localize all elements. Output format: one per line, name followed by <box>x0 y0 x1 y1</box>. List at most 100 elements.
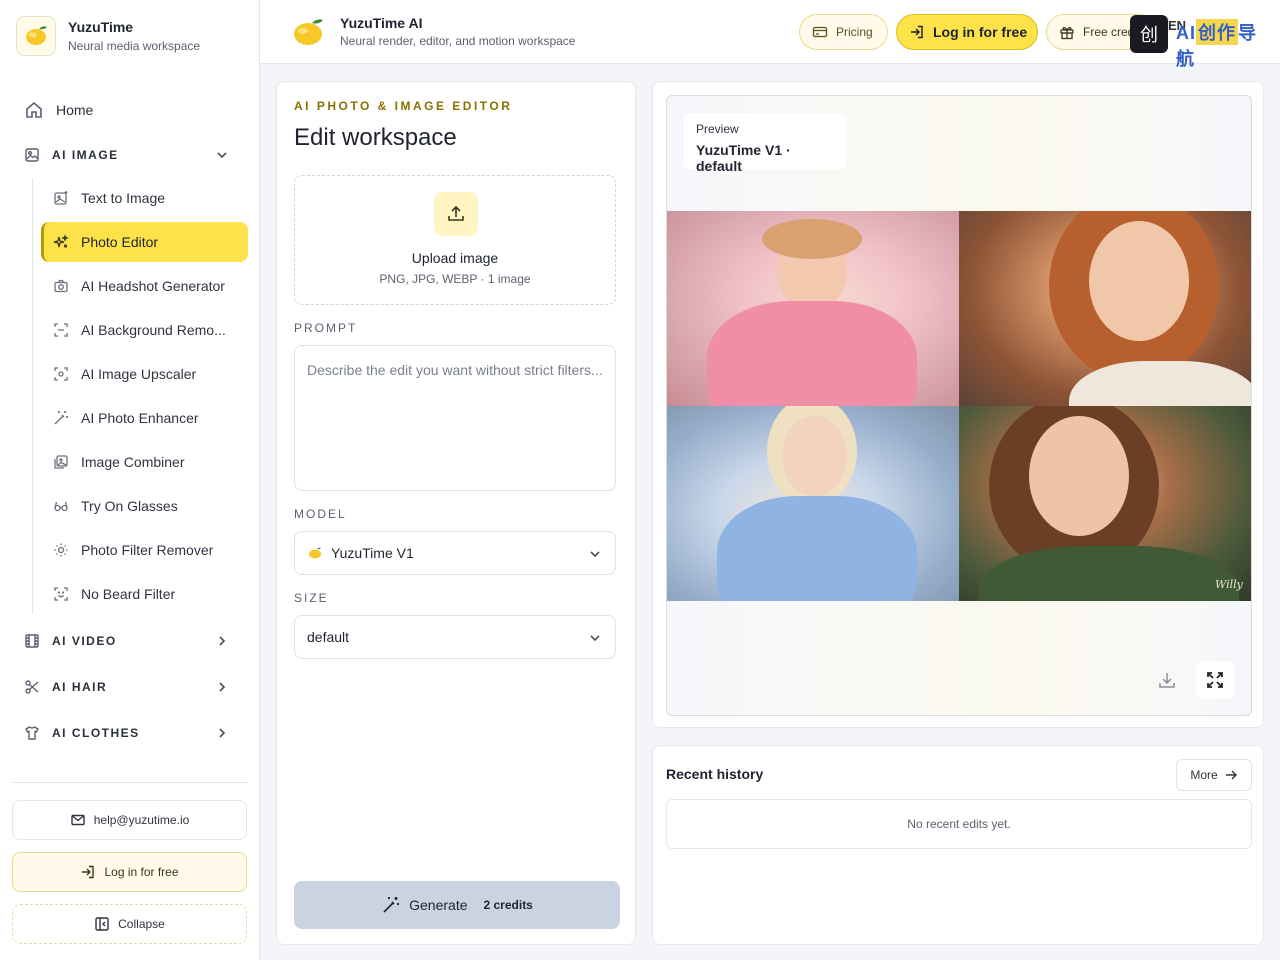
image-icon <box>24 147 40 163</box>
portrait-clothing <box>717 496 917 601</box>
generate-credits: 2 credits <box>483 898 533 912</box>
sidebar-section-ai-hair[interactable]: AI HAIR <box>12 664 248 710</box>
preview-panel: Preview YuzuTime V1 · default Willy <box>652 81 1264 728</box>
sidebar-login-button[interactable]: Log in for free <box>12 852 247 892</box>
arrow-right-icon <box>1224 768 1238 782</box>
history-panel: Recent history More No recent edits yet. <box>652 745 1264 945</box>
scissors-icon <box>24 679 40 695</box>
collapse-sidebar-button[interactable]: Collapse <box>12 904 247 944</box>
sun-icon <box>53 542 69 558</box>
chevron-right-icon <box>219 636 226 646</box>
preview-image[interactable] <box>667 406 959 601</box>
size-label: SIZE <box>294 591 329 605</box>
sidebar-section-ai-video[interactable]: AI VIDEO <box>12 618 248 664</box>
sidebar-item-image-combiner[interactable]: Image Combiner <box>41 442 248 482</box>
download-button[interactable] <box>1148 661 1186 699</box>
generate-label: Generate <box>409 897 468 913</box>
history-title: Recent history <box>666 766 764 782</box>
portrait-clothing <box>707 301 917 406</box>
glasses-icon <box>53 498 69 514</box>
image-sparkle-icon <box>53 190 69 206</box>
sidebar-item-label: Photo Editor <box>81 234 159 250</box>
watermark-part: AI <box>1176 23 1196 43</box>
model-label: MODEL <box>294 507 347 521</box>
sidebar-item-label: No Beard Filter <box>81 586 176 602</box>
sidebar-item-headshot-generator[interactable]: AI Headshot Generator <box>41 266 248 306</box>
brand-tagline: Neural media workspace <box>68 39 201 53</box>
sidebar-item-label: AI Background Remo... <box>81 322 226 338</box>
portrait-face <box>782 416 847 496</box>
face-scan-icon <box>53 586 69 602</box>
sidebar-item-label: AI Image Upscaler <box>81 366 197 382</box>
sidebar-item-label: Text to Image <box>81 190 166 206</box>
sidebar-item-image-upscaler[interactable]: AI Image Upscaler <box>41 354 248 394</box>
page-title: Edit workspace <box>294 124 457 151</box>
brand[interactable]: YuzuTime Neural media workspace <box>16 16 200 56</box>
support-email-button[interactable]: help@yuzutime.io <box>12 800 247 840</box>
sidebar-item-label: Image Combiner <box>81 454 185 470</box>
sidebar-section-ai-image[interactable]: AI IMAGE <box>12 132 248 178</box>
lemon-icon <box>307 545 323 561</box>
download-icon <box>1159 673 1175 688</box>
home-icon <box>24 100 44 120</box>
sidebar-item-photo-enhancer[interactable]: AI Photo Enhancer <box>41 398 248 438</box>
watermark-text: AI 创作 导航 <box>1176 19 1260 69</box>
editor-panel: AI PHOTO & IMAGE EDITOR Edit workspace U… <box>276 81 636 945</box>
magic-wand-icon <box>53 410 69 426</box>
pricing-button[interactable]: Pricing <box>799 14 888 50</box>
sidebar-section-ai-clothes[interactable]: AI CLOTHES <box>12 710 248 756</box>
expand-icon <box>1207 672 1223 688</box>
upload-title: Upload image <box>411 250 499 266</box>
images-icon <box>53 454 69 470</box>
app-title: YuzuTime AI <box>340 15 423 31</box>
preview-canvas: Preview YuzuTime V1 · default Willy <box>666 95 1252 716</box>
sidebar-item-home[interactable]: Home <box>12 88 248 132</box>
model-select[interactable]: YuzuTime V1 <box>294 531 616 575</box>
fullscreen-button[interactable] <box>1196 661 1234 699</box>
pricing-label: Pricing <box>836 25 873 39</box>
chevron-down-icon <box>217 152 227 159</box>
magic-wand-icon <box>381 895 401 915</box>
prompt-input[interactable] <box>295 346 615 490</box>
history-empty-state: No recent edits yet. <box>666 799 1252 849</box>
preview-info-chip: Preview YuzuTime V1 · default <box>684 113 846 174</box>
generate-button[interactable]: Generate 2 credits <box>294 881 620 929</box>
preview-model-size: YuzuTime V1 · default <box>696 142 791 174</box>
preview-image-grid: Willy <box>667 211 1251 601</box>
prompt-label: PROMPT <box>294 321 358 335</box>
sidebar-item-no-beard-filter[interactable]: No Beard Filter <box>41 574 248 614</box>
section-label: AI CLOTHES <box>52 726 140 740</box>
watermark-part: 创作 <box>1196 19 1238 45</box>
collapse-icon <box>94 916 110 932</box>
login-icon <box>80 864 96 880</box>
chevron-right-icon <box>219 682 226 692</box>
sidebar-item-try-on-glasses[interactable]: Try On Glasses <box>41 486 248 526</box>
top-header: YuzuTime AI Neural render, editor, and m… <box>260 0 1280 69</box>
scan-focus-icon <box>53 366 69 382</box>
portrait-hair <box>762 219 862 259</box>
sidebar-item-label: Try On Glasses <box>81 498 178 514</box>
section-label: AI VIDEO <box>52 634 117 648</box>
header-login-button[interactable]: Log in for free <box>896 14 1038 50</box>
model-value: YuzuTime V1 <box>331 545 414 561</box>
preview-image[interactable] <box>667 211 959 406</box>
lemon-logo-icon <box>294 19 323 45</box>
history-more-button[interactable]: More <box>1176 759 1252 791</box>
upload-dropzone[interactable]: Upload image PNG, JPG, WEBP · 1 image <box>294 175 616 305</box>
chevron-down-icon <box>590 551 600 558</box>
editor-eyebrow: AI PHOTO & IMAGE EDITOR <box>294 99 513 113</box>
preview-image[interactable] <box>959 211 1251 406</box>
credit-card-icon <box>812 24 828 40</box>
sidebar-item-photo-editor[interactable]: Photo Editor <box>41 222 248 262</box>
app-subtitle: Neural render, editor, and motion worksp… <box>340 34 576 48</box>
sidebar-item-text-to-image[interactable]: Text to Image <box>41 178 248 218</box>
size-value: default <box>307 629 350 645</box>
preview-image[interactable]: Willy <box>959 406 1251 601</box>
sidebar-item-background-remover[interactable]: AI Background Remo... <box>41 310 248 350</box>
image-signature: Willy <box>1215 578 1243 591</box>
upload-hint: PNG, JPG, WEBP · 1 image <box>379 272 531 286</box>
size-select[interactable]: default <box>294 615 616 659</box>
lemon-logo-icon <box>16 16 56 56</box>
chevron-down-icon <box>590 635 600 642</box>
sidebar-item-photo-filter-remover[interactable]: Photo Filter Remover <box>41 530 248 570</box>
